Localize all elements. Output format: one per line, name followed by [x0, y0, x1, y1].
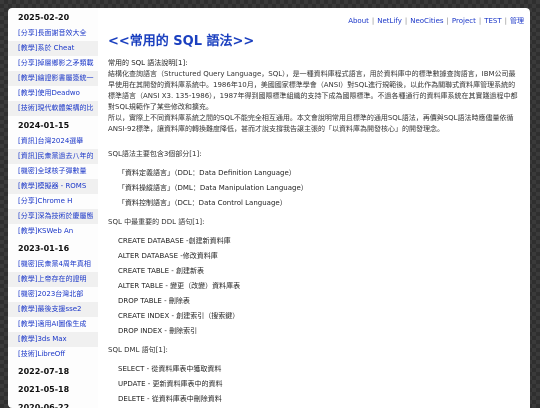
nav-separator: | [371, 17, 375, 25]
sidebar-link[interactable]: [分享]掉層鄉影之矛類載 [8, 56, 98, 71]
sql-part-item: 「資料操縱語言」（DML：Data Manipulation Language） [118, 184, 308, 192]
sidebar-link[interactable]: [技術]現代軟體架構的比 [8, 101, 98, 116]
nav-link[interactable]: NeoCities [410, 17, 443, 25]
sql-part-item: 「資料定義語言」（DDL：Data Definition Language） [118, 169, 296, 177]
sidebar-link[interactable]: [教學]3ds Max [8, 332, 98, 347]
sidebar-link[interactable]: [教學]系於 Cheat [8, 41, 98, 56]
ddl-item: CREATE TABLE - 創建新表 [118, 267, 204, 275]
sidebar-link[interactable]: [教學]模擬器 - ROMS [8, 179, 98, 194]
intro-text: 常用的 SQL 語法說明[1]: [108, 59, 188, 67]
ddl-item: DROP INDEX - 刪除索引 [118, 327, 198, 335]
sidebar-date: 2020-06-22 [18, 403, 70, 408]
paragraph-1: 結構化查詢語言（Structured Query Language，SQL），是… [108, 70, 518, 111]
nav-separator: | [504, 17, 507, 25]
sidebar-group: 2020-06-22 [8, 398, 98, 408]
sidebar-group: 2024-01-15 [資訊]台灣2024選舉 [資訊]民衆黨過去八年的 [機密]全球… [8, 116, 98, 239]
sidebar-link[interactable]: [分享]深為技術於慶屬態 [8, 209, 98, 224]
sidebar-link[interactable]: [機密]民衆黨4周年真相 [8, 257, 98, 272]
sidebar: 2025-02-20 [分享]長面謝音效大全 [教學]系於 Cheat [分享]掉層鄉… [8, 8, 98, 408]
sidebar-link[interactable]: [教學]最後支援sse2 [8, 302, 98, 317]
sidebar-link[interactable]: [教學]上帝存在的證明 [8, 272, 98, 287]
ddl-list: CREATE DATABASE -創建新資料庫 ALTER DATABASE -修… [118, 234, 518, 339]
nav-separator: | [446, 17, 449, 25]
dml-list: SELECT - 從資料庫表中獲取資料 UPDATE - 更新資料庫表中的資料 DE… [118, 362, 518, 407]
nav-link[interactable]: NetLify [377, 17, 402, 25]
nav-link[interactable]: 管理 [510, 17, 524, 25]
sidebar-link[interactable]: [技術]LibreOff [8, 347, 98, 362]
dml-item: UPDATE - 更新資料庫表中的資料 [118, 380, 223, 388]
sidebar-date: 2021-05-18 [18, 385, 70, 394]
article-body: 常用的 SQL 語法說明[1]: 結構化查詢語言（Structured Quer… [108, 58, 518, 407]
page-title: <<常用的 SQL 語法>> [108, 34, 255, 49]
sidebar-link[interactable]: [分享]Chrome H [8, 194, 98, 209]
nav-link[interactable]: Project [452, 17, 476, 25]
sidebar-date: 2025-02-20 [18, 13, 70, 22]
sidebar-group: 2025-02-20 [分享]長面謝音效大全 [教學]系於 Cheat [分享]掉層鄉… [8, 8, 98, 116]
sidebar-date: 2023-01-16 [18, 244, 70, 253]
main-content: About | NetLify | NeoCities | Project | TEST | 管理 … [98, 8, 530, 408]
ddl-item: CREATE DATABASE -創建新資料庫 [118, 237, 231, 245]
sidebar-group: 2022-07-18 [8, 362, 98, 380]
sql-part-item: 「資料控制語言」（DCL：Data Control Language） [118, 199, 287, 207]
paragraph-2: 所以，實際上不同資料庫系統之間的SQL不能完全相互通用。本文會說明常用且標準的通… [108, 114, 514, 133]
section-dml-heading: SQL DML 語句[1]: [108, 346, 168, 354]
sidebar-link[interactable]: [機密]2023台灣北部 [8, 287, 98, 302]
section-parts-heading: SQL語法主要包含3個部分[1]: [108, 150, 202, 158]
nav-link[interactable]: About [348, 17, 369, 25]
parts-list: 「資料定義語言」（DDL：Data Definition Language） 「資… [118, 166, 518, 211]
sidebar-date: 2022-07-18 [18, 367, 70, 376]
ddl-item: CREATE INDEX - 創建索引（搜索鍵） [118, 312, 240, 320]
nav-link[interactable]: TEST [484, 17, 501, 25]
dml-item: SELECT - 從資料庫表中獲取資料 [118, 365, 222, 373]
ddl-item: ALTER TABLE - 變更（改變）資料庫表 [118, 282, 241, 290]
sidebar-link[interactable]: [分享]長面謝音效大全 [8, 26, 98, 41]
sidebar-link[interactable]: [教學]KSWeb An [8, 224, 98, 239]
nav-separator: | [478, 17, 482, 25]
sidebar-link[interactable]: [教學]繪證影書屬簽統一 [8, 71, 98, 86]
sidebar-link[interactable]: [機密]全球核子彈數量 [8, 164, 98, 179]
sidebar-link[interactable]: [資訊]民衆黨過去八年的 [8, 149, 98, 164]
sidebar-group: 2021-05-18 [8, 380, 98, 398]
ddl-item: DROP TABLE - 刪除表 [118, 297, 190, 305]
sidebar-link[interactable]: [教學]適用AI圖像生成 [8, 317, 98, 332]
ddl-item: ALTER DATABASE -修改資料庫 [118, 252, 218, 260]
nav-separator: | [404, 17, 408, 25]
top-nav: About | NetLify | NeoCities | Project | TEST | 管理 [348, 16, 524, 26]
sidebar-date: 2024-01-15 [18, 121, 70, 130]
sidebar-link[interactable]: [資訊]台灣2024選舉 [8, 134, 98, 149]
sidebar-link[interactable]: [教學]使用Deadwo [8, 86, 98, 101]
sidebar-group: 2023-01-16 [機密]民衆黨4周年真相 [教學]上帝存在的證明 [機密]202… [8, 239, 98, 362]
section-ddl-heading: SQL 中最重要的 DDL 語句[1]: [108, 218, 205, 226]
